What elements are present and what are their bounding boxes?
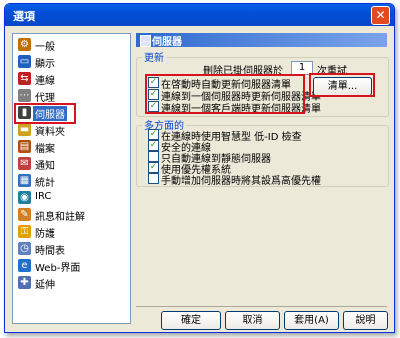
sidebar-item-label: IRC — [35, 191, 52, 202]
sidebar-item-display[interactable]: ▭ 顯示 — [16, 54, 124, 70]
checkbox-box[interactable]: ✓ — [148, 162, 159, 173]
proxy-icon: ⋯ — [18, 89, 31, 102]
security-icon: ⚿ — [18, 225, 31, 238]
page-title: 伺服器 — [152, 37, 182, 48]
connection-icon: ⇆ — [18, 72, 31, 85]
highlight-box — [14, 103, 76, 124]
sidebar-item-messages[interactable]: ✎ 訊息和註解 — [16, 207, 124, 223]
statistics-icon: ▦ — [18, 174, 31, 187]
apply-button[interactable]: 套用(A) — [284, 311, 339, 330]
sidebar-item-folders[interactable]: ▬ 資料夾 — [16, 122, 124, 138]
sidebar-item-proxy[interactable]: ⋯ 代理 — [16, 88, 124, 104]
sidebar-item-connection[interactable]: ⇆ 連線 — [16, 71, 124, 87]
cancel-button[interactable]: 取消 — [225, 311, 280, 330]
checkbox-box[interactable]: ✓ — [148, 129, 159, 140]
sidebar-item-security[interactable]: ⚿ 防護 — [16, 224, 124, 240]
display-icon: ▭ — [18, 55, 31, 68]
file-icon: ▤ — [18, 140, 31, 153]
title-bar[interactable]: 選項 ✕ — [5, 4, 394, 26]
sidebar-item-label: 時間表 — [35, 246, 65, 257]
server-icon — [140, 35, 151, 47]
sidebar-item-label: 一般 — [35, 42, 55, 53]
sidebar-item-label: Web-界面 — [35, 263, 81, 274]
update-group-legend: 更新 — [142, 49, 166, 64]
schedule-icon: ◷ — [18, 242, 31, 255]
sidebar-item-notifications[interactable]: ✉ 通知 — [16, 156, 124, 172]
extension-icon: ✚ — [18, 276, 31, 289]
sidebar-item-label: 檔案 — [35, 144, 55, 155]
sidebar-item-extended[interactable]: ✚ 延伸 — [16, 275, 124, 291]
list-button-highlight-box — [309, 73, 375, 97]
sidebar-item-label: 統計 — [35, 178, 55, 189]
sidebar-item-label: 代理 — [35, 93, 55, 104]
notification-icon: ✉ — [18, 157, 31, 170]
divider — [136, 306, 387, 307]
sidebar-item-label: 顯示 — [35, 59, 55, 70]
close-button[interactable]: ✕ — [371, 6, 390, 25]
message-icon: ✎ — [18, 208, 31, 221]
checkbox-box[interactable] — [148, 173, 159, 184]
sidebar-item-irc[interactable]: ◉ IRC — [16, 190, 124, 206]
settings-icon: ⚙ — [18, 38, 31, 51]
sidebar-item-general[interactable]: ⚙ 一般 — [16, 37, 124, 53]
sidebar-item-scheduler[interactable]: ◷ 時間表 — [16, 241, 124, 257]
web-icon: e — [18, 259, 31, 272]
sidebar-item-label: 防護 — [35, 229, 55, 240]
folder-icon: ▬ — [18, 123, 31, 136]
sidebar-item-label: 連線 — [35, 76, 55, 87]
sidebar-item-files[interactable]: ▤ 檔案 — [16, 139, 124, 155]
checkbox-label: 手動增加伺服器時將其設爲高優先權 — [161, 176, 321, 187]
checkbox-box[interactable] — [148, 151, 159, 162]
options-window: 選項 ✕ ⚙ 一般 ▭ 顯示 ⇆ 連線 ⋯ 代理 ▮ 伺服器 ▬ 資料夾 ▤ 檔 — [4, 3, 395, 333]
help-button[interactable]: 說明 — [343, 311, 388, 330]
checks-highlight-box — [145, 74, 305, 114]
sidebar-item-web-interface[interactable]: e Web-界面 — [16, 258, 124, 274]
sidebar-item-statistics[interactable]: ▦ 統計 — [16, 173, 124, 189]
sidebar-item-label: 資料夾 — [35, 127, 65, 138]
window-title: 選項 — [13, 10, 35, 23]
category-list: ⚙ 一般 ▭ 顯示 ⇆ 連線 ⋯ 代理 ▮ 伺服器 ▬ 資料夾 ▤ 檔案 ✉ 通 — [12, 33, 131, 324]
ok-button[interactable]: 確定 — [161, 311, 221, 330]
sidebar-item-label: 訊息和註解 — [35, 212, 85, 223]
irc-icon: ◉ — [18, 191, 31, 204]
page-header: 伺服器 — [136, 33, 387, 48]
checkbox-box[interactable]: ✓ — [148, 140, 159, 151]
sidebar-item-label: 通知 — [35, 161, 55, 172]
sidebar-item-label: 延伸 — [35, 280, 55, 291]
